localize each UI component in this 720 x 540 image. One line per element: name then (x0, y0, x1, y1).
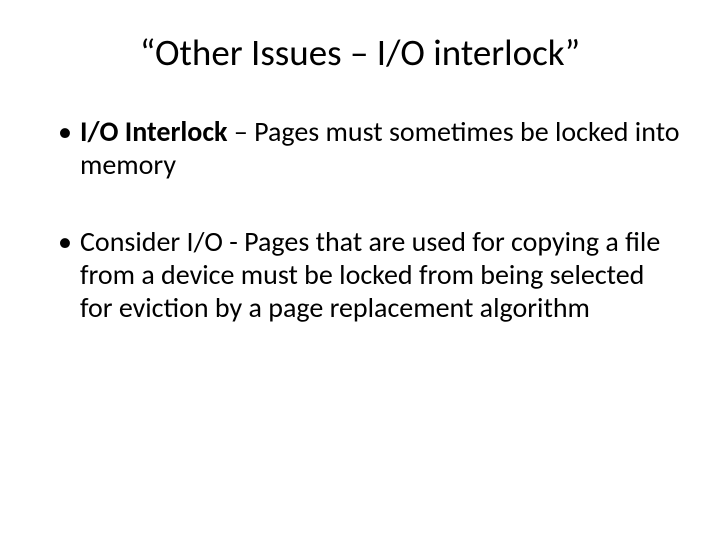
list-item: Consider I/O - Pages that are used for c… (58, 225, 680, 324)
bullet-text: Consider I/O - Pages that are used for c… (80, 224, 660, 325)
bullet-lead: I/O Interlock (80, 114, 234, 149)
bullet-list: I/O Interlock – Pages must sometimes be … (40, 115, 680, 324)
slide: “Other Issues – I/O interlock” I/O Inter… (0, 0, 720, 540)
list-item: I/O Interlock – Pages must sometimes be … (58, 115, 680, 181)
slide-title: “Other Issues – I/O interlock” (40, 30, 680, 75)
